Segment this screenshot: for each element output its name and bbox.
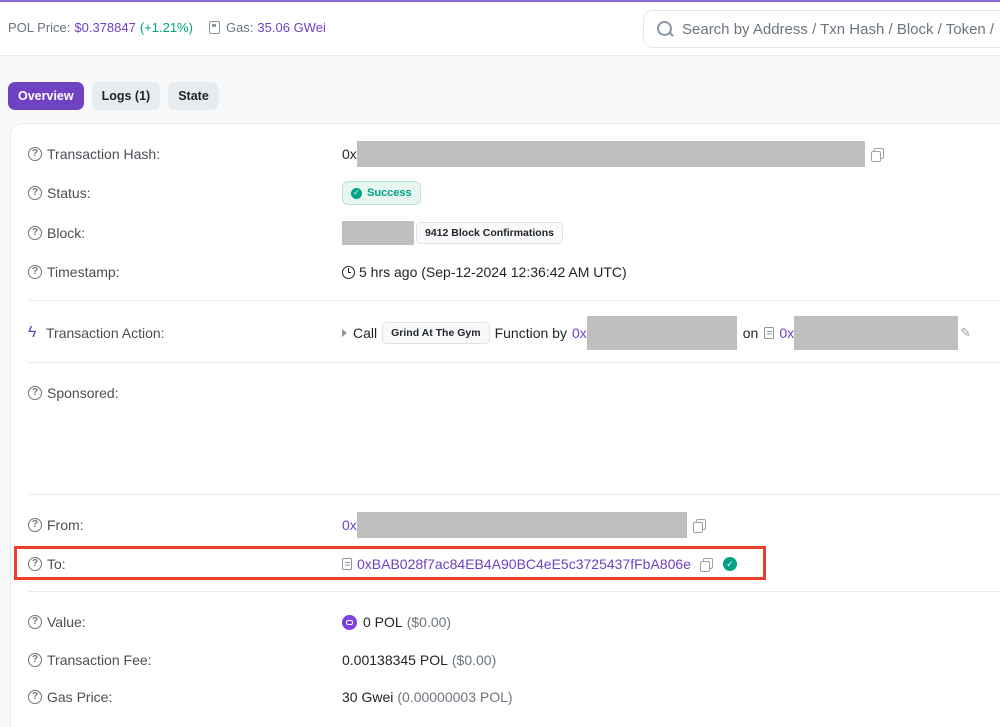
price-label: POL Price:	[8, 20, 71, 35]
tab-logs[interactable]: Logs (1)	[91, 82, 161, 110]
gas-pump-icon	[208, 21, 220, 34]
from-address-prefix[interactable]: 0x	[342, 517, 357, 533]
row-transaction-action: ϟ Transaction Action: Call Grind At The G…	[28, 316, 988, 350]
status-label: Status:	[47, 185, 91, 201]
help-icon[interactable]: ?	[28, 226, 42, 240]
action-call: Call	[353, 325, 378, 341]
gas-label: Gas:	[225, 20, 254, 35]
caller-address-prefix[interactable]: 0x	[572, 325, 587, 341]
contract-document-icon	[764, 327, 775, 339]
divider	[28, 362, 1000, 363]
status-badge: ✓ Success	[342, 181, 421, 205]
redacted-block-number	[342, 221, 414, 245]
pencil-icon[interactable]: ✎	[960, 325, 971, 341]
tab-bar: Overview Logs (1) State	[8, 82, 219, 110]
help-icon[interactable]: ?	[28, 265, 42, 279]
action-on: on	[742, 325, 759, 341]
timestamp-label: Timestamp:	[47, 264, 120, 280]
tab-overview[interactable]: Overview	[8, 82, 84, 110]
fee-amount: 0.00138345 POL	[342, 652, 448, 668]
status-value: Success	[367, 187, 412, 199]
lightning-icon: ϟ	[28, 324, 37, 341]
transaction-action-label: Transaction Action:	[46, 325, 165, 341]
value-label: Value:	[47, 614, 86, 630]
search-box[interactable]	[643, 10, 1000, 48]
redacted-contract-address	[794, 316, 959, 350]
row-gas-price: ? Gas Price: 30 Gwei (0.00000003 POL)	[28, 685, 988, 709]
copy-icon[interactable]	[692, 518, 706, 533]
top-bar: POL Price: $0.378847 (+1.21%) Gas: 35.06…	[0, 2, 1000, 56]
contract-address-prefix[interactable]: 0x	[779, 325, 794, 341]
gas-price-label: Gas Price:	[47, 689, 113, 705]
price-info: POL Price: $0.378847 (+1.21%) Gas: 35.06…	[8, 20, 326, 35]
help-icon[interactable]: ?	[28, 186, 42, 200]
value-usd: ($0.00)	[406, 614, 452, 630]
redacted-from-address	[356, 512, 687, 538]
copy-icon[interactable]	[870, 147, 884, 162]
gas-value[interactable]: 35.06 GWei	[257, 20, 325, 35]
divider	[28, 494, 1000, 495]
overview-card	[10, 123, 1000, 727]
gas-price-detail: (0.00000003 POL)	[397, 689, 513, 705]
from-label: From:	[47, 517, 84, 533]
function-name-badge: Grind At The Gym	[382, 322, 490, 344]
row-timestamp: ? Timestamp: 5 hrs ago (Sep-12-2024 12:36…	[28, 260, 988, 284]
row-value: ? Value: 0 POL ($0.00)	[28, 610, 988, 634]
block-confirmations-badge: 9412 Block Confirmations	[416, 222, 563, 244]
price-value[interactable]: $0.378847	[74, 20, 135, 35]
fee-usd: ($0.00)	[451, 652, 497, 668]
row-from: ? From: 0x	[28, 512, 988, 538]
gas-price-amount: 30 Gwei	[342, 689, 394, 705]
help-icon[interactable]: ?	[28, 518, 42, 532]
value-amount: 0 POL	[363, 614, 403, 630]
search-icon[interactable]	[656, 20, 674, 38]
transaction-hash-label: Transaction Hash:	[47, 146, 161, 162]
price-change: (+1.21%)	[139, 20, 193, 35]
sponsored-label: Sponsored:	[47, 385, 119, 401]
divider	[28, 300, 1000, 301]
highlight-box	[14, 546, 766, 580]
divider	[28, 591, 1000, 592]
redacted-caller-address	[586, 316, 737, 350]
help-icon[interactable]: ?	[28, 386, 42, 400]
help-icon[interactable]: ?	[28, 653, 42, 667]
row-status: ? Status: ✓ Success	[28, 181, 988, 205]
transaction-hash-prefix: 0x	[342, 146, 357, 162]
row-sponsored: ? Sponsored:	[28, 381, 988, 405]
clock-icon	[342, 265, 355, 279]
timestamp-value: 5 hrs ago (Sep-12-2024 12:36:42 AM UTC)	[359, 264, 627, 280]
transaction-fee-label: Transaction Fee:	[47, 652, 152, 668]
redacted-transaction-hash	[356, 141, 865, 167]
caret-right-icon[interactable]	[342, 329, 347, 337]
action-function-by: Function by	[494, 325, 567, 341]
pol-token-icon	[342, 614, 357, 630]
help-icon[interactable]: ?	[28, 690, 42, 704]
help-icon[interactable]: ?	[28, 147, 42, 161]
row-block: ? Block: 9412 Block Confirmations	[28, 221, 988, 245]
check-circle-icon: ✓	[351, 187, 362, 199]
block-label: Block:	[47, 225, 86, 241]
search-input[interactable]	[682, 20, 1000, 38]
tab-state[interactable]: State	[168, 82, 219, 110]
row-transaction-hash: ? Transaction Hash: 0x	[28, 141, 988, 167]
row-transaction-fee: ? Transaction Fee: 0.00138345 POL ($0.00)	[28, 648, 988, 672]
help-icon[interactable]: ?	[28, 615, 42, 629]
